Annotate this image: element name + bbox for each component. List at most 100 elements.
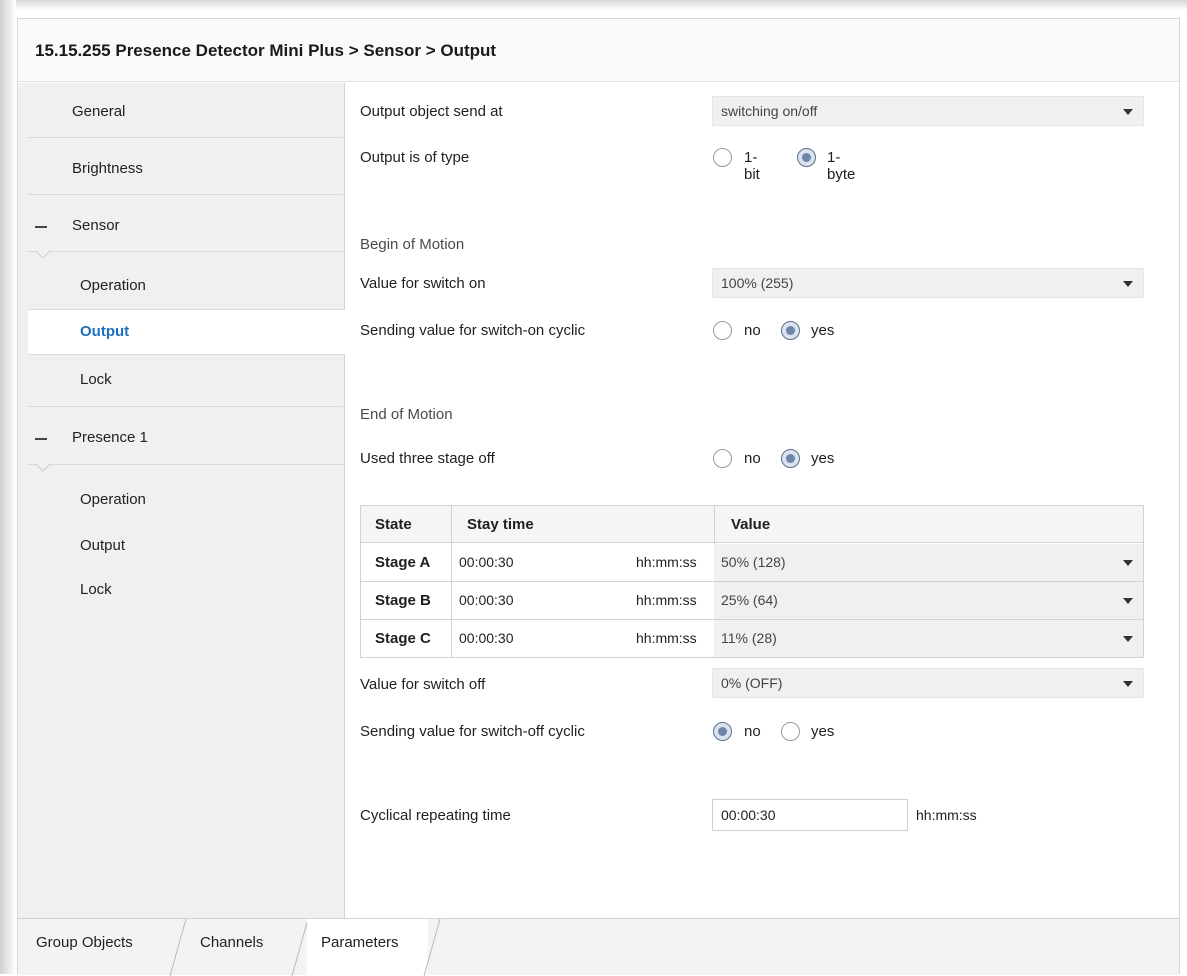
stage-value-dropdown[interactable]: 11% (28)	[714, 620, 1143, 657]
stay-time-input[interactable]: 00:00:30	[459, 554, 514, 570]
three-stage-label: Used three stage off	[360, 450, 495, 467]
switch-on-value-label: Value for switch on	[360, 275, 486, 292]
window-shadow-top	[0, 0, 1187, 10]
radio-no[interactable]	[713, 321, 732, 340]
screen: 15.15.255 Presence Detector Mini Plus > …	[0, 0, 1187, 976]
parameter-window: 15.15.255 Presence Detector Mini Plus > …	[17, 18, 1180, 976]
sidebar-item-presence-operation[interactable]: Operation	[18, 491, 343, 531]
collapse-icon[interactable]	[35, 438, 47, 440]
stage-name: Stage A	[375, 554, 431, 571]
stay-time-input[interactable]: 00:00:30	[459, 592, 514, 608]
sidebar-item-presence-output[interactable]: Output	[18, 537, 343, 577]
parameter-panel: Output object send at switching on/off O…	[346, 83, 1179, 918]
bottom-tab-bar: Group Objects Channels Parameters	[18, 918, 1179, 976]
radio-label: 1-byte	[827, 149, 856, 183]
sidebar-item-label: General	[72, 103, 126, 120]
radio-label: no	[744, 723, 761, 740]
radio-1byte[interactable]	[797, 148, 816, 167]
output-type-label: Output is of type	[360, 149, 470, 166]
time-unit: hh:mm:ss	[636, 630, 697, 646]
tab-parameters[interactable]: Parameters	[307, 919, 428, 976]
time-unit: hh:mm:ss	[636, 554, 697, 570]
divider	[28, 406, 343, 407]
chevron-down-icon	[1123, 281, 1133, 287]
radio-yes[interactable]	[781, 722, 800, 741]
stage-name: Stage C	[375, 630, 431, 647]
table-header: State Stay time Value	[361, 506, 1143, 543]
tab-label: Parameters	[321, 934, 399, 951]
dropdown-value: 100% (255)	[721, 275, 794, 291]
table-row: Stage A 00:00:30 hh:mm:ss 50% (128)	[361, 544, 1143, 582]
tab-label: Group Objects	[36, 934, 133, 951]
switch-on-cyclic-label: Sending value for switch-on cyclic	[360, 322, 586, 339]
table-row: Stage C 00:00:30 hh:mm:ss 11% (28)	[361, 620, 1143, 658]
stage-value-dropdown[interactable]: 25% (64)	[714, 582, 1143, 619]
cyclic-time-input[interactable]: 00:00:30	[712, 799, 908, 831]
sidebar-item-label: Brightness	[72, 160, 143, 177]
window-shadow-left	[0, 0, 16, 974]
radio-1bit[interactable]	[713, 148, 732, 167]
table-row: Stage B 00:00:30 hh:mm:ss 25% (64)	[361, 582, 1143, 620]
radio-no[interactable]	[713, 722, 732, 741]
chevron-down-icon	[1123, 681, 1133, 687]
sidebar-item-sensor-output[interactable]: Output	[28, 309, 345, 355]
sidebar: General Brightness Sensor Operation Outp…	[18, 83, 345, 918]
dropdown-value: 25% (64)	[721, 592, 778, 608]
chevron-down-icon	[1123, 636, 1133, 642]
radio-no[interactable]	[713, 449, 732, 468]
divider	[28, 194, 343, 195]
radio-label: yes	[811, 450, 835, 467]
collapse-icon[interactable]	[35, 226, 47, 228]
cyclic-time-label: Cyclical repeating time	[360, 807, 511, 824]
window-title: 15.15.255 Presence Detector Mini Plus > …	[35, 41, 497, 60]
time-unit: hh:mm:ss	[636, 592, 697, 608]
stay-time-input[interactable]: 00:00:30	[459, 630, 514, 646]
sidebar-item-label: Lock	[80, 581, 112, 598]
begin-motion-heading: Begin of Motion	[360, 236, 465, 253]
title-bar: 15.15.255 Presence Detector Mini Plus > …	[18, 19, 1179, 82]
sidebar-item-label: Presence 1	[72, 429, 148, 446]
switch-off-cyclic-label: Sending value for switch-off cyclic	[360, 723, 585, 740]
switch-off-value-label: Value for switch off	[360, 676, 486, 693]
dropdown-value: 50% (128)	[721, 554, 786, 570]
sidebar-item-label: Operation	[80, 491, 146, 508]
switch-on-value-dropdown[interactable]: 100% (255)	[712, 268, 1144, 298]
column-header-stay-time: Stay time	[467, 516, 534, 533]
tab-separator	[169, 919, 187, 976]
sidebar-item-presence-lock[interactable]: Lock	[18, 581, 343, 621]
sidebar-item-sensor-lock[interactable]: Lock	[18, 371, 343, 411]
radio-label: yes	[811, 723, 835, 740]
radio-label: 1-bit	[744, 149, 760, 183]
group-notch-icon	[36, 464, 50, 472]
dropdown-value: 11% (28)	[721, 630, 777, 646]
sidebar-item-label: Sensor	[72, 217, 120, 234]
dropdown-value: switching on/off	[721, 103, 818, 119]
column-header-state: State	[375, 516, 412, 533]
radio-yes[interactable]	[781, 321, 800, 340]
sidebar-item-label: Operation	[80, 277, 146, 294]
radio-label: no	[744, 450, 761, 467]
time-unit: hh:mm:ss	[916, 807, 977, 823]
input-value: 00:00:30	[721, 807, 776, 823]
stage-name: Stage B	[375, 592, 431, 609]
sidebar-item-label: Output	[80, 537, 126, 554]
divider	[28, 251, 343, 252]
tab-group-objects[interactable]: Group Objects	[18, 919, 168, 976]
sidebar-item-label: Output	[80, 323, 130, 340]
column-header-value: Value	[731, 516, 771, 533]
tab-separator	[423, 919, 441, 976]
stage-value-dropdown[interactable]: 50% (128)	[714, 544, 1143, 581]
group-notch-icon	[36, 251, 50, 259]
radio-yes[interactable]	[781, 449, 800, 468]
dropdown-value: 0% (OFF)	[721, 675, 783, 691]
chevron-down-icon	[1123, 109, 1133, 115]
output-send-at-dropdown[interactable]: switching on/off	[712, 96, 1144, 126]
sidebar-item-label: Lock	[80, 371, 112, 388]
radio-label: no	[744, 322, 761, 339]
tab-channels[interactable]: Channels	[188, 919, 298, 976]
output-send-at-label: Output object send at	[360, 103, 503, 120]
sidebar-item-presence-1[interactable]: Presence 1	[18, 429, 343, 469]
switch-off-value-dropdown[interactable]: 0% (OFF)	[712, 668, 1144, 698]
chevron-down-icon	[1123, 598, 1133, 604]
divider	[28, 137, 343, 138]
